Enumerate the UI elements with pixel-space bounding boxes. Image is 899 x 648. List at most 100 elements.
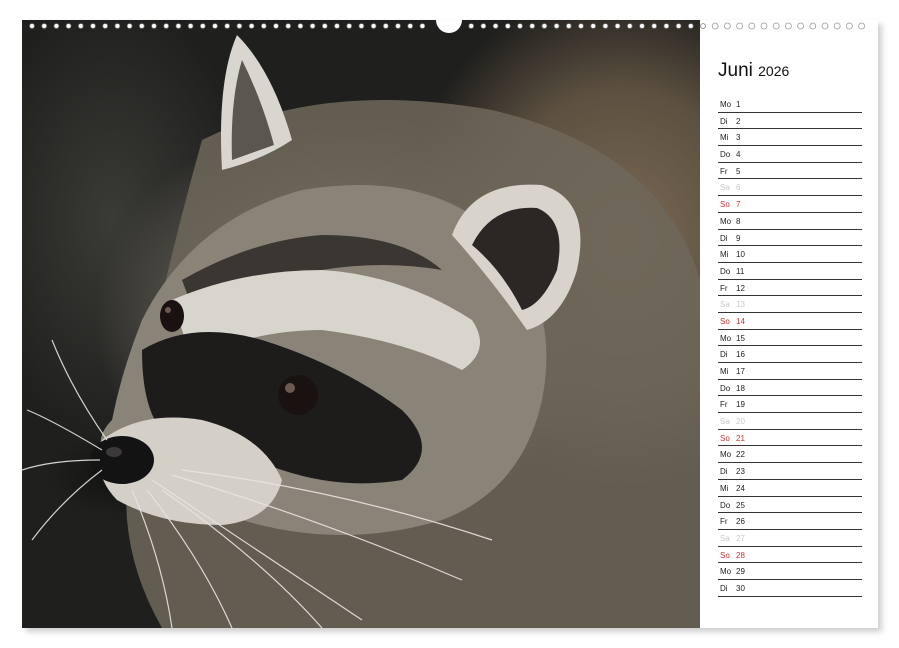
- binding-ring: [91, 24, 96, 29]
- day-number: 19: [736, 397, 745, 412]
- weekday-label: Sa: [720, 531, 730, 546]
- weekday-label: Sa: [720, 180, 730, 195]
- day-number: 4: [736, 147, 740, 162]
- weekday-label: Fr: [720, 281, 728, 296]
- day-number: 11: [736, 264, 744, 279]
- day-row: Do 4: [718, 146, 862, 163]
- weekday-label: So: [720, 548, 730, 563]
- day-number: 27: [736, 531, 745, 546]
- binding-ring: [261, 24, 266, 29]
- binding-ring: [188, 24, 193, 29]
- day-number: 30: [736, 581, 745, 596]
- day-number: 7: [736, 197, 740, 212]
- day-row: Sa13: [718, 296, 862, 313]
- day-row: Mi17: [718, 363, 862, 380]
- binding-ring: [78, 24, 83, 29]
- weekday-label: So: [720, 197, 730, 212]
- weekday-label: Fr: [720, 397, 728, 412]
- day-row: Fr26: [718, 513, 862, 530]
- binding-ring: [225, 24, 230, 29]
- binding-ring: [724, 23, 730, 29]
- weekday-label: Di: [720, 231, 728, 246]
- binding-ring: [176, 24, 181, 29]
- weekday-label: Do: [720, 381, 730, 396]
- binding-ring: [481, 24, 486, 29]
- day-row: Do11: [718, 263, 862, 280]
- binding-ring: [859, 23, 865, 29]
- weekday-label: Mi: [720, 481, 728, 496]
- day-row: Mi3: [718, 129, 862, 146]
- binding-ring: [66, 24, 71, 29]
- day-number: 6: [736, 180, 740, 195]
- calendar-panel: Juni 2026 Mo1Di2Mi3Do4Fr5Sa6So7Mo8Di9Mi1…: [718, 60, 862, 597]
- weekday-label: Do: [720, 498, 730, 513]
- day-number: 8: [736, 214, 740, 229]
- day-number: 21: [736, 431, 745, 446]
- day-number: 24: [736, 481, 745, 496]
- day-row: So14: [718, 313, 862, 330]
- day-number: 2: [736, 114, 740, 129]
- day-number: 9: [736, 231, 740, 246]
- binding-ring: [834, 23, 840, 29]
- day-number: 25: [736, 498, 745, 513]
- day-number: 14: [736, 314, 745, 329]
- day-row: So 21: [718, 430, 862, 447]
- day-row: Do 18: [718, 380, 862, 397]
- binding-ring: [627, 24, 632, 29]
- binding-ring: [127, 24, 132, 29]
- day-number: 1: [736, 97, 740, 112]
- day-number: 3: [736, 130, 740, 145]
- day-row: Fr12: [718, 280, 862, 297]
- weekday-label: Fr: [720, 514, 728, 529]
- binding-ring: [274, 24, 279, 29]
- weekday-label: Mo: [720, 331, 731, 346]
- weekday-label: Mo: [720, 214, 731, 229]
- binding-ring: [152, 24, 157, 29]
- day-row: Do 25: [718, 497, 862, 514]
- binding-ring: [286, 24, 291, 29]
- binding-ring: [493, 24, 498, 29]
- binding-ring: [54, 24, 59, 29]
- day-row: Di 9: [718, 230, 862, 247]
- day-row: So 7: [718, 196, 862, 213]
- binding-ring: [347, 24, 352, 29]
- binding-ring: [420, 24, 425, 29]
- weekday-label: Do: [720, 147, 730, 162]
- binding-ring: [42, 24, 47, 29]
- weekday-label: Di: [720, 581, 728, 596]
- binding-ring: [652, 24, 657, 29]
- binding-ring: [591, 24, 596, 29]
- binding-ring: [785, 23, 791, 29]
- weekday-label: Di: [720, 114, 728, 129]
- binding-ring: [359, 24, 364, 29]
- day-number: 23: [736, 464, 745, 479]
- binding-ring: [505, 24, 510, 29]
- binding-ring: [688, 24, 693, 29]
- day-row: Fr5: [718, 163, 862, 180]
- day-number: 5: [736, 164, 740, 179]
- binding-ring: [822, 23, 828, 29]
- day-row: Di16: [718, 346, 862, 363]
- binding-ring: [530, 24, 535, 29]
- weekday-label: Mi: [720, 247, 728, 262]
- binding-ring: [322, 24, 327, 29]
- day-row: Fr 19: [718, 396, 862, 413]
- binding-ring: [798, 23, 804, 29]
- day-number: 18: [736, 381, 745, 396]
- day-number: 29: [736, 564, 745, 579]
- binding-ring: [139, 24, 144, 29]
- day-row: Di 30: [718, 580, 862, 597]
- binding-ring: [554, 24, 559, 29]
- binding-ring: [237, 24, 242, 29]
- day-row: Mi 24: [718, 480, 862, 497]
- binding-ring: [103, 24, 108, 29]
- day-row: Mo 29: [718, 563, 862, 580]
- day-number: 17: [736, 364, 745, 379]
- weekday-label: So: [720, 431, 730, 446]
- weekday-label: Mo: [720, 447, 731, 462]
- month-name: Juni: [718, 60, 753, 81]
- weekday-label: Mo: [720, 564, 731, 579]
- day-row: Mo1: [718, 96, 862, 113]
- binding-ring: [603, 24, 608, 29]
- month-title: Juni 2026: [718, 60, 862, 82]
